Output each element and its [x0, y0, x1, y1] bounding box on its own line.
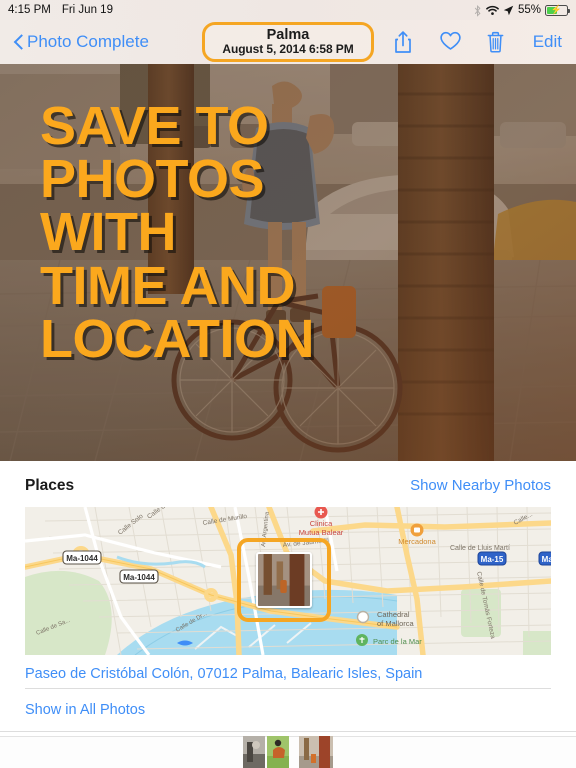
places-title: Places	[25, 477, 75, 494]
callout-thumbnail	[256, 552, 312, 608]
back-button[interactable]: Photo Complete	[14, 32, 149, 52]
places-section: Places Show Nearby Photos Calle de Muril…	[0, 461, 576, 688]
svg-text:Cathedral: Cathedral	[377, 610, 410, 619]
filmstrip-thumbnail-1[interactable]	[243, 736, 265, 768]
edit-button[interactable]: Edit	[533, 32, 562, 52]
overlay-line-2: PHOTOS	[40, 149, 265, 210]
svg-text:Clinica: Clinica	[310, 519, 333, 528]
places-header: Places Show Nearby Photos	[25, 461, 551, 507]
map-view[interactable]: Calle del Vinyet Calle de Murillo Calle …	[25, 507, 551, 655]
svg-text:Ma-1044: Ma-1044	[123, 573, 155, 582]
wifi-icon	[486, 5, 499, 16]
overlay-line-5: LOCATION	[40, 308, 314, 369]
show-in-all-photos-link[interactable]: Show in All Photos	[0, 689, 576, 731]
svg-text:Ma-1044: Ma-1044	[66, 554, 98, 563]
battery-percent-label: 55%	[517, 4, 541, 16]
status-date: Fri Jun 19	[61, 4, 113, 16]
photo-address-link[interactable]: Paseo de Cristóbal Colón, 07012 Palma, B…	[25, 655, 551, 688]
svg-text:Mercadona: Mercadona	[398, 537, 436, 546]
filmstrip-thumbnail-3[interactable]	[299, 736, 333, 768]
overlay-line-1: SAVE TO	[40, 96, 269, 156]
photo-viewer[interactable]: SAVE TO PHOTOS WITH TIME AND LOCATION	[0, 64, 576, 461]
photo-filmstrip	[0, 736, 576, 768]
trash-icon[interactable]	[486, 30, 508, 54]
photo-timestamp: August 5, 2014 6:58 PM	[222, 41, 354, 56]
navigation-bar: Photo Complete Palma August 5, 2014 6:58…	[0, 20, 576, 64]
heart-icon[interactable]	[439, 30, 461, 54]
filmstrip-thumbnail-2[interactable]	[267, 736, 289, 768]
svg-text:of Mallorca: of Mallorca	[377, 619, 415, 628]
show-nearby-photos-link[interactable]: Show Nearby Photos	[410, 477, 551, 494]
page-title: Palma	[266, 26, 310, 43]
overlay-line-3: WITH	[40, 202, 176, 263]
status-bar: 4:15 PM Fri Jun 19 55% ⚡	[0, 0, 576, 20]
svg-text:Ma-15: Ma-15	[481, 555, 504, 564]
nav-actions: Edit	[392, 30, 562, 54]
bluetooth-icon	[473, 4, 482, 17]
share-icon[interactable]	[392, 30, 414, 54]
svg-text:Ma-15: Ma-15	[542, 555, 551, 564]
photo-title-block: Palma August 5, 2014 6:58 PM	[202, 21, 374, 63]
svg-text:Mutua Balear: Mutua Balear	[299, 528, 344, 537]
location-arrow-icon	[503, 5, 514, 16]
back-button-label: Photo Complete	[27, 32, 149, 51]
photo-location-callout[interactable]	[237, 538, 331, 622]
photo-overlay-caption: SAVE TO PHOTOS WITH TIME AND LOCATION	[40, 96, 314, 369]
overlay-line-4: TIME AND	[40, 255, 295, 316]
chevron-left-icon	[14, 34, 24, 51]
svg-text:Parc de la Mar: Parc de la Mar	[373, 637, 422, 646]
svg-text:Calle de Lluis Martí: Calle de Lluis Martí	[450, 545, 510, 552]
battery-charging-icon: ⚡	[545, 4, 570, 16]
divider-bottom	[0, 731, 576, 732]
status-time: 4:15 PM	[8, 4, 51, 16]
